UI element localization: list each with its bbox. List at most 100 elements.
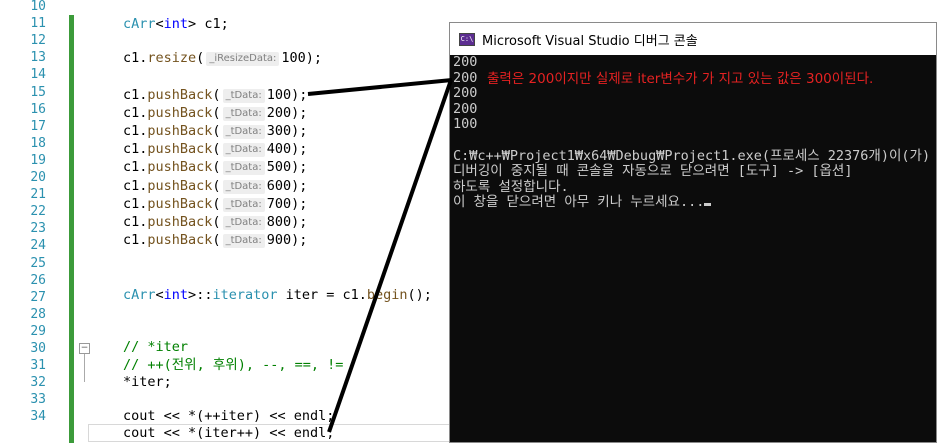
fold-guide-line (84, 354, 85, 382)
argument-value: 300 (266, 123, 292, 140)
code-text: ); (291, 123, 308, 140)
line-number: 27 (30, 289, 46, 305)
class-name: cArr (123, 287, 156, 303)
console-title-bar[interactable]: C:\ Microsoft Visual Studio 디버그 콘솔 (450, 23, 936, 55)
code-text: c1. (123, 231, 148, 248)
code-text: c1. (123, 87, 148, 103)
code-line-26[interactable]: cArr<int>::iterator iter = c1.begin(); (123, 286, 432, 304)
console-output-text: 200 (453, 69, 478, 86)
code-line-31[interactable]: *iter; (123, 373, 172, 391)
line-number: 34 (30, 409, 46, 425)
code-text: c1. (123, 123, 148, 140)
line-number: 17 (30, 118, 46, 134)
line-number: 25 (30, 255, 46, 271)
console-output-line: 200 (453, 69, 478, 87)
code-line-pushback[interactable]: c1.pushBack(_tData: 700); (123, 195, 307, 213)
console-output-line: 디버깅이 중지될 때 콘솔을 자동으로 닫으려면 [도구] -> [옵션] (453, 163, 852, 180)
console-output-text: 200 (453, 85, 478, 102)
code-text: ); (305, 50, 323, 66)
line-number: 19 (30, 152, 46, 168)
code-text: cout (123, 408, 164, 424)
line-number: 11 (30, 16, 46, 32)
console-output-text: 이 창을 닫으려면 아무 키나 누르세요... (453, 194, 705, 211)
code-line-11[interactable]: cArr<int> c1; (123, 15, 229, 33)
code-line-pushback[interactable]: c1.pushBack(_tData: 800); (123, 213, 307, 231)
parameter-inlay-hint: _tData: (222, 179, 265, 194)
function-name: pushBack (147, 87, 213, 103)
parameter-inlay-hint: _tData: (222, 161, 265, 176)
code-text: *(++iter) (179, 408, 270, 424)
line-number: 26 (30, 272, 46, 288)
function-name: pushBack (147, 195, 213, 212)
code-text: ( (212, 141, 221, 158)
code-text: cout (123, 425, 164, 441)
function-name: pushBack (147, 177, 213, 194)
code-line-pushback[interactable]: c1.pushBack(_tData: 900); (123, 231, 307, 249)
code-line-34[interactable]: cout << *(iter++) << endl; (123, 424, 334, 442)
template-open: < (155, 287, 164, 303)
code-text: ); (291, 159, 308, 176)
line-number: 28 (30, 306, 46, 322)
operator: << (269, 408, 286, 424)
code-text: ); (291, 213, 308, 230)
template-open: < (155, 16, 164, 32)
parameter-inlay-hint: _iResizeData: (206, 52, 280, 66)
code-line-13[interactable]: c1.resize(_iResizeData: 100); (123, 49, 322, 67)
class-name: iterator (212, 287, 278, 303)
console-output-text: 200 (453, 54, 478, 70)
line-number: 29 (30, 323, 46, 339)
code-text: iter = c1. (277, 287, 367, 303)
template-close: > (188, 287, 197, 303)
argument-value: 400 (266, 141, 292, 158)
argument-value: 900 (266, 231, 292, 248)
function-name: pushBack (147, 123, 213, 140)
console-output-line: 100 (453, 117, 477, 133)
line-number: 15 (30, 84, 46, 100)
code-text: ); (291, 231, 308, 248)
line-number: 13 (30, 50, 46, 66)
operator: << (269, 425, 286, 441)
line-number: 12 (30, 33, 46, 49)
code-text: c1. (123, 195, 148, 212)
line-number: 22 (30, 204, 46, 220)
collapse-region-icon[interactable]: − (79, 343, 90, 354)
code-text: :: (196, 287, 213, 303)
code-line-pushback[interactable]: c1.pushBack(_tData: 400); (123, 140, 307, 158)
line-number: 31 (30, 358, 46, 374)
console-output-line: 200 (453, 54, 478, 71)
console-output-text: 100 (453, 116, 478, 133)
argument-value: 200 (266, 105, 292, 122)
code-line-pushback[interactable]: c1.pushBack(_tData: 500); (123, 158, 307, 176)
line-number: 30 (30, 341, 46, 356)
code-text: c1; (196, 16, 229, 32)
line-number: 18 (30, 135, 46, 151)
console-output-line: 이 창을 닫으려면 아무 키나 누르세요... (453, 194, 712, 211)
code-text: ); (291, 105, 308, 122)
code-line-pushback[interactable]: c1.pushBack(_tData: 200); (123, 104, 307, 122)
line-number: 33 (30, 392, 46, 408)
code-line-30[interactable]: // ++(전위, 후위), --, ==, != (123, 356, 343, 374)
code-line-pushback[interactable]: c1.pushBack(_tData: 300); (123, 122, 307, 140)
code-text: c1. (123, 50, 148, 66)
function-name: pushBack (147, 105, 213, 122)
code-text: ( (212, 123, 221, 140)
line-number: 14 (30, 67, 46, 83)
function-name: pushBack (147, 213, 213, 230)
function-name: pushBack (147, 141, 213, 158)
argument-value: 100 (281, 50, 306, 66)
function-name: begin (366, 287, 408, 303)
code-line-pushback[interactable]: c1.pushBack(_tData: 600); (123, 177, 307, 195)
code-text: ( (212, 105, 221, 122)
argument-value: 500 (266, 159, 292, 176)
code-line-33[interactable]: cout << *(++iter) << endl; (123, 407, 334, 425)
console-output-line: 200 (453, 85, 478, 102)
console-output-line: 하도록 설정합니다. (453, 179, 569, 196)
code-text: ); (291, 87, 308, 103)
parameter-inlay-hint: _tData: (222, 107, 265, 122)
code-line-29[interactable]: // *iter (123, 338, 188, 356)
code-text: ); (291, 177, 308, 194)
annotation-text: 출력은 200이지만 실제로 iter변수가 가 지고 있는 값은 300이된다… (487, 71, 874, 87)
text-cursor (704, 203, 712, 207)
code-line-pushback[interactable]: c1.pushBack(_tData: 100); (123, 86, 307, 104)
argument-value: 800 (266, 213, 292, 230)
